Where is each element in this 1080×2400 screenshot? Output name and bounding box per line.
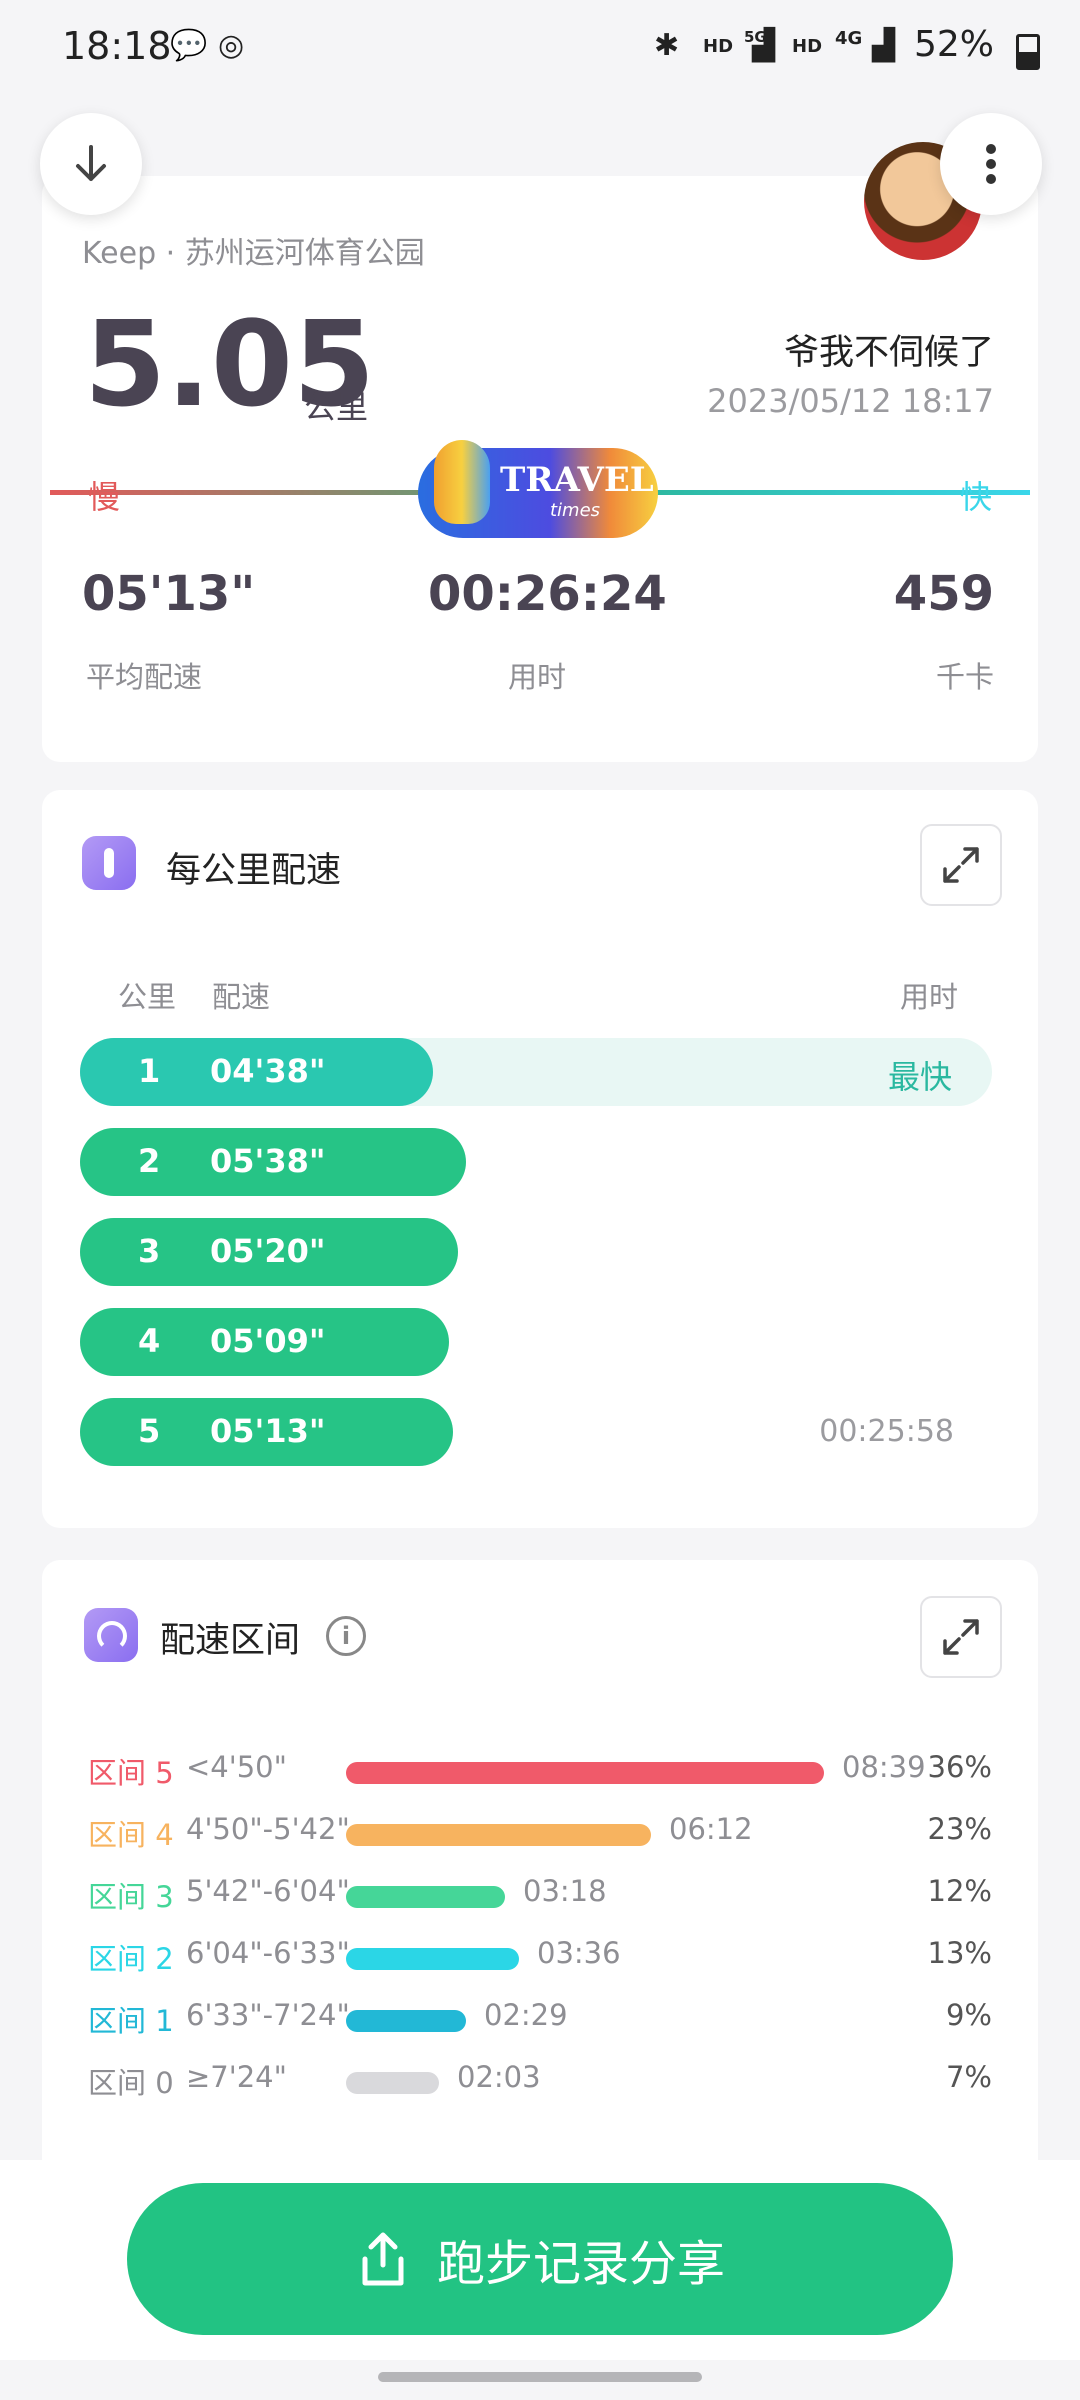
zone-bar xyxy=(346,2010,466,2032)
zone-time: 06:12 xyxy=(669,1812,753,1846)
hd-tag-2: HD xyxy=(792,36,823,57)
zone-time: 02:03 xyxy=(457,2060,541,2094)
zone-bar xyxy=(346,1824,651,1846)
balloon-icon xyxy=(434,440,490,524)
pace-km-index: 1 xyxy=(138,1052,161,1090)
col-time: 用时 xyxy=(899,980,958,1014)
pace-card-title: 每公里配速 xyxy=(166,851,342,891)
zone-range: <4'50" xyxy=(186,1750,287,1784)
gauge-icon xyxy=(84,1608,138,1662)
cumulative-time: 00:25:58 xyxy=(819,1414,954,1449)
zones-card-title: 配速区间 xyxy=(160,1621,301,1661)
col-pace: 配速 xyxy=(212,980,271,1014)
zone-bar xyxy=(346,1762,824,1784)
zone-percent: 36% xyxy=(927,1750,992,1784)
zone-row: 区间 0 ≥7'24" 02:03 7% xyxy=(88,2060,992,2100)
zone-name: 区间 3 xyxy=(88,1880,174,1914)
expand-icon xyxy=(943,1619,979,1655)
status-bar: 18:18 💬 ◎ ✱ HD 5G ▟ HD 4G ▟ 52% xyxy=(0,0,1080,100)
zone-row: 区间 1 6'33"-7'24" 02:29 9% xyxy=(88,1998,992,2038)
col-km: 公里 xyxy=(118,980,177,1014)
zones-expand-button[interactable] xyxy=(920,1596,1002,1678)
zone-time: 03:36 xyxy=(537,1936,621,1970)
zone-time: 03:18 xyxy=(523,1874,607,1908)
fast-label: 快 xyxy=(960,478,993,516)
zone-time: 08:39 xyxy=(842,1750,926,1784)
road-icon xyxy=(82,836,136,890)
zone-name: 区间 1 xyxy=(88,2004,174,2038)
zone-bar xyxy=(346,2072,439,2094)
share-label: 跑步记录分享 xyxy=(436,2236,725,2292)
zone-row: 区间 5 <4'50" 08:39 36% xyxy=(88,1750,992,1790)
zone-row: 区间 2 6'04"-6'33" 03:36 13% xyxy=(88,1936,992,1976)
zone-percent: 9% xyxy=(945,1998,992,2032)
user-name: 爷我不伺候了 xyxy=(783,333,994,373)
zone-name: 区间 4 xyxy=(88,1818,174,1852)
pace-km-index: 4 xyxy=(138,1322,161,1360)
zone-percent: 13% xyxy=(927,1936,992,1970)
duration-value: 00:26:24 xyxy=(428,566,667,622)
zone-range: 4'50"-5'42" xyxy=(186,1812,350,1846)
zone-percent: 7% xyxy=(945,2060,992,2094)
zone-bar xyxy=(346,1948,519,1970)
zone-percent: 12% xyxy=(927,1874,992,1908)
info-icon[interactable]: i xyxy=(326,1616,366,1656)
pace-km-index: 2 xyxy=(138,1142,161,1180)
pace-value: 05'20" xyxy=(210,1232,326,1270)
distance-unit: 公里 xyxy=(304,388,369,426)
calories-value: 459 xyxy=(893,566,994,622)
zone-name: 区间 5 xyxy=(88,1756,174,1790)
zone-name: 区间 2 xyxy=(88,1942,174,1976)
bluetooth-icon: ✱ xyxy=(654,28,680,63)
netease-icon: ◎ xyxy=(218,28,245,63)
pace-row: 3 05'20" xyxy=(80,1218,992,1286)
avg-pace-value: 05'13" xyxy=(82,566,256,622)
expand-button[interactable] xyxy=(920,824,1002,906)
zone-range: 6'04"-6'33" xyxy=(186,1936,350,1970)
calories-label: 千卡 xyxy=(935,660,994,694)
pace-km-index: 3 xyxy=(138,1232,161,1270)
pace-value: 05'38" xyxy=(210,1142,326,1180)
share-icon xyxy=(362,2232,404,2286)
pace-row: 2 05'38" xyxy=(80,1128,992,1196)
avg-pace-label: 平均配速 xyxy=(86,660,203,694)
slow-label: 慢 xyxy=(88,478,121,516)
share-run-button[interactable]: 跑步记录分享 xyxy=(127,2183,953,2335)
wechat-icon: 💬 xyxy=(170,28,208,63)
battery-icon xyxy=(1016,34,1040,70)
zone-range: 6'33"-7'24" xyxy=(186,1998,350,2032)
pace-row: 4 05'09" xyxy=(80,1308,992,1376)
pace-value: 05'13" xyxy=(210,1412,326,1450)
duration-label: 用时 xyxy=(508,660,567,694)
zone-bar xyxy=(346,1886,505,1908)
signal-icon-2: ▟ xyxy=(872,28,896,63)
pace-row: 1 04'38" 最快 xyxy=(80,1038,992,1106)
battery-percent: 52% xyxy=(913,24,994,65)
collapse-button[interactable] xyxy=(40,113,142,215)
source-label: Keep · 苏州运河体育公园 xyxy=(82,236,425,271)
arrow-down-icon xyxy=(76,145,106,181)
more-button[interactable] xyxy=(940,113,1042,215)
pace-row: 5 05'13" 00:25:58 xyxy=(80,1398,992,1466)
zone-percent: 23% xyxy=(927,1812,992,1846)
status-time: 18:18 xyxy=(62,24,172,68)
pace-km-index: 5 xyxy=(138,1412,161,1450)
expand-icon xyxy=(943,847,979,883)
zone-row: 区间 3 5'42"-6'04" 03:18 12% xyxy=(88,1874,992,1914)
zone-range: 5'42"-6'04" xyxy=(186,1874,350,1908)
zone-name: 区间 0 xyxy=(88,2066,174,2100)
more-vertical-icon xyxy=(986,144,996,184)
hd-tag: HD xyxy=(703,36,734,57)
pace-value: 05'09" xyxy=(210,1322,326,1360)
zone-time: 02:29 xyxy=(484,1998,568,2032)
fastest-label: 最快 xyxy=(887,1058,952,1096)
zone-row: 区间 4 4'50"-5'42" 06:12 23% xyxy=(88,1812,992,1852)
4g-tag: 4G xyxy=(835,28,863,49)
zone-range: ≥7'24" xyxy=(186,2060,287,2094)
signal-icon: ▟ xyxy=(752,28,776,63)
home-indicator[interactable] xyxy=(378,2372,702,2382)
travel-logo: TRAVEL times xyxy=(418,440,658,538)
pace-value: 04'38" xyxy=(210,1052,326,1090)
run-datetime: 2023/05/12 18:17 xyxy=(707,382,994,420)
